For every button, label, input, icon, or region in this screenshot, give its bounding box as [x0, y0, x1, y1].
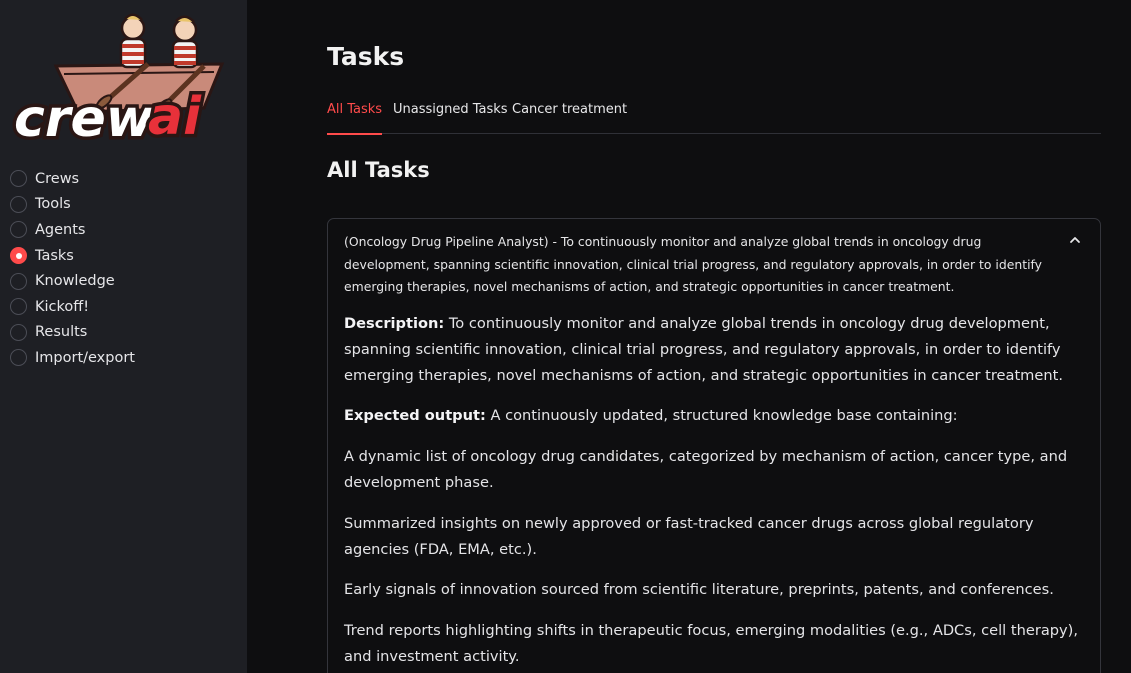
sidebar-item-tasks[interactable]: Tasks: [10, 243, 135, 269]
radio-icon[interactable]: [10, 323, 27, 341]
sidebar-item-import-export[interactable]: Import/export: [10, 345, 135, 371]
crewai-logo: crew ai: [11, 13, 225, 150]
page-title: Tasks: [327, 42, 405, 71]
tab-all-tasks[interactable]: All Tasks: [327, 96, 383, 135]
description-label: Description:: [344, 315, 445, 332]
radio-icon[interactable]: [10, 272, 27, 290]
section-title: All Tasks: [327, 158, 430, 182]
svg-text:crew: crew: [14, 89, 155, 149]
task-expander: (Oncology Drug Pipeline Analyst) - To co…: [327, 218, 1101, 673]
expected-output-text: A continuously updated, structured knowl…: [490, 407, 958, 425]
sidebar-item-knowledge[interactable]: Knowledge: [10, 268, 135, 294]
sidebar-item-label: Crews: [35, 170, 80, 187]
task-description: Description: To continuously monitor and…: [344, 311, 1079, 388]
sidebar-item-agents[interactable]: Agents: [10, 217, 135, 243]
sidebar-nav: Crews Tools Agents Tasks Knowledge Kicko…: [10, 166, 135, 371]
chevron-up-icon[interactable]: [1068, 233, 1082, 247]
sidebar-item-label: Import/export: [35, 349, 135, 366]
task-expected-output: Expected output: A continuously updated,…: [344, 403, 1079, 429]
sidebar-item-label: Tools: [35, 196, 71, 213]
output-item: Summarized insights on newly approved or…: [344, 514, 1034, 558]
sidebar-item-label: Results: [35, 324, 88, 341]
sidebar-item-tools[interactable]: Tools: [10, 192, 135, 218]
radio-icon[interactable]: [10, 195, 27, 213]
radio-icon[interactable]: [10, 298, 27, 316]
sidebar-item-label: Knowledge: [35, 273, 115, 290]
sidebar-item-label: Kickoff!: [35, 298, 90, 315]
sidebar-item-label: Tasks: [35, 247, 74, 264]
sidebar: crew ai Crews Tools Agents Tasks Knowled…: [0, 0, 247, 673]
output-item: A dynamic list of oncology drug candidat…: [344, 448, 1068, 491]
tab-unassigned-tasks[interactable]: Unassigned Tasks: [393, 96, 508, 134]
sidebar-item-label: Agents: [35, 221, 86, 238]
output-item: Early signals of innovation sourced from…: [344, 581, 1054, 599]
tab-cancer-treatment[interactable]: Cancer treatment: [512, 96, 627, 134]
svg-text:ai: ai: [148, 87, 202, 147]
radio-icon[interactable]: [10, 349, 27, 367]
sidebar-item-results[interactable]: Results: [10, 320, 135, 346]
radio-selected-icon[interactable]: [10, 247, 27, 265]
description-text: To continuously monitor and analyze glob…: [344, 315, 1063, 384]
task-expander-header[interactable]: (Oncology Drug Pipeline Analyst) - To co…: [344, 231, 1044, 299]
expected-output-label: Expected output:: [344, 407, 486, 425]
radio-icon[interactable]: [10, 170, 27, 188]
radio-icon[interactable]: [10, 221, 27, 239]
sidebar-item-kickoff[interactable]: Kickoff!: [10, 294, 135, 320]
tab-bar: All Tasks Unassigned Tasks Cancer treatm…: [327, 96, 1101, 135]
task-details: Description: To continuously monitor and…: [344, 311, 1079, 673]
main-content: Tasks All Tasks Unassigned Tasks Cancer …: [247, 0, 1131, 673]
sidebar-item-crews[interactable]: Crews: [10, 166, 135, 192]
output-item: Trend reports highlighting shifts in the…: [344, 622, 1079, 665]
